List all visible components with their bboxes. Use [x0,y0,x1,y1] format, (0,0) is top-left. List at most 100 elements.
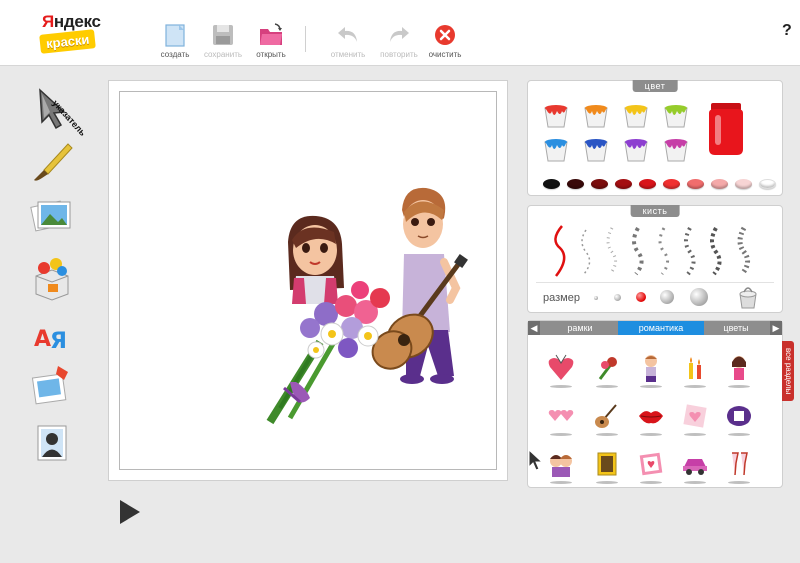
tab-romance[interactable]: романтика [618,321,704,335]
top-toolbar: Яндекс краски создать сохранить открыть [0,0,800,66]
hearts-brush-icon [632,227,644,276]
color-swatch[interactable] [567,179,584,189]
love-note-sticker-icon[interactable] [636,449,666,479]
sticker-panel: ◀ рамки романтика цветы ▶ все разделы [527,320,794,488]
champagne-glasses-sticker-icon[interactable] [724,449,754,479]
color-panel-title: цвет [632,80,678,92]
svg-text:Я: Я [50,329,67,354]
photo-frame-tool-icon[interactable] [28,360,76,408]
sticker-shadow [640,385,662,388]
brush-styles[interactable] [546,222,766,280]
selected-color-jar-icon [709,103,743,155]
kissing-couple-sticker-icon[interactable] [546,449,576,479]
paint-bucket-icon[interactable] [582,137,610,163]
stickers-box-tool-icon[interactable] [28,254,76,302]
color-swatch[interactable] [663,179,680,189]
create-button[interactable]: создать [150,22,200,62]
color-swatch[interactable] [639,179,656,189]
close-circle-icon [435,25,455,45]
heart-card-sticker-icon[interactable] [680,401,710,431]
drops-brush-icon [684,227,696,276]
couple-with-flowers-and-guitar-sticker[interactable] [120,92,498,471]
svg-text:А: А [34,327,51,352]
sticker-tabs: ◀ рамки романтика цветы ▶ [528,321,782,335]
help-button[interactable]: ? [782,22,792,40]
color-swatch[interactable] [735,179,752,189]
color-panel: цвет [527,80,783,196]
paint-bucket-icon[interactable] [622,137,650,163]
tabs-prev-button[interactable]: ◀ [528,321,540,335]
sticker-shadow [596,481,618,484]
golden-frame-sticker-icon[interactable] [592,449,622,479]
sticker-shadow [728,433,750,436]
photo-tool-icon[interactable] [28,192,76,240]
new-document-icon [165,24,185,47]
color-swatch[interactable] [543,179,560,189]
mouse-cursor-icon [528,449,544,471]
lips-sticker-icon[interactable] [636,401,666,431]
portrait-tool-icon[interactable] [28,420,76,468]
clear-button[interactable]: очистить [420,22,470,62]
sticker-shadow [728,385,750,388]
paint-bucket-icon[interactable] [542,103,570,129]
sticker-shadow [640,481,662,484]
solid-brush-icon [554,225,566,277]
spray-brush-icon [606,227,617,275]
save-button[interactable]: сохранить [198,22,248,62]
boy-sticker-icon[interactable] [636,353,666,383]
size-5-option[interactable] [690,288,708,306]
sticker-shadow [684,433,706,436]
drawing-canvas[interactable] [119,91,497,470]
yandex-kraski-logo: Яндекс краски [36,10,106,60]
blot-frame-sticker-icon[interactable] [724,401,754,431]
paint-bucket-icon[interactable] [542,137,570,163]
size-1-option[interactable] [594,296,598,300]
sticker-shadow [640,433,662,436]
brush-tool-icon[interactable] [28,138,76,186]
guitar-sticker-icon[interactable] [592,401,622,431]
brush-panel-title: кисть [630,205,680,217]
tab-frames[interactable]: рамки [542,321,618,335]
color-swatch[interactable] [615,179,632,189]
sticker-shadow [684,481,706,484]
girl-figure [288,215,344,304]
paint-bucket-icon[interactable] [622,103,650,129]
sticker-shadow [728,481,750,484]
paint-bucket-icon[interactable] [582,103,610,129]
sticker-shadow [550,481,572,484]
heart-sticker-icon[interactable] [546,353,576,383]
redo-button[interactable]: повторить [374,22,424,62]
open-button[interactable]: открыть [246,22,296,62]
paint-bucket-icon[interactable] [662,137,690,163]
girl-sticker-icon[interactable] [724,353,754,383]
color-swatch[interactable] [591,179,608,189]
heart-glasses-sticker-icon[interactable] [546,401,576,431]
dotted-brush-icon [581,229,591,275]
open-folder-icon [260,23,282,45]
sticker-shadow [684,385,706,388]
all-sections-tab[interactable]: все разделы [782,341,794,401]
size-3-option[interactable] [636,292,646,302]
candles-sticker-icon[interactable] [680,353,710,383]
tabs-next-button[interactable]: ▶ [770,321,782,335]
tab-flowers[interactable]: цветы [704,321,768,335]
floppy-disk-icon [213,25,233,45]
color-swatch[interactable] [759,179,776,189]
play-icon[interactable] [120,500,140,524]
brush-panel: кисть размер [527,205,783,313]
leaves-brush-icon [737,226,750,276]
sticker-shadow [550,385,572,388]
size-2-option[interactable] [614,294,621,301]
toy-car-sticker-icon[interactable] [680,449,710,479]
size-4-option[interactable] [660,290,674,304]
sticker-shadow [596,385,618,388]
fill-bucket-icon[interactable] [736,284,762,310]
sticker-shadow [596,433,618,436]
text-tool-icon[interactable]: А Я [28,312,76,360]
rose-bouquet-sticker-icon[interactable] [592,353,622,383]
paint-bucket-icon[interactable] [662,103,690,129]
color-swatch[interactable] [711,179,728,189]
size-label: размер [543,292,580,304]
color-swatch[interactable] [687,179,704,189]
undo-button[interactable]: отменить [323,22,373,62]
